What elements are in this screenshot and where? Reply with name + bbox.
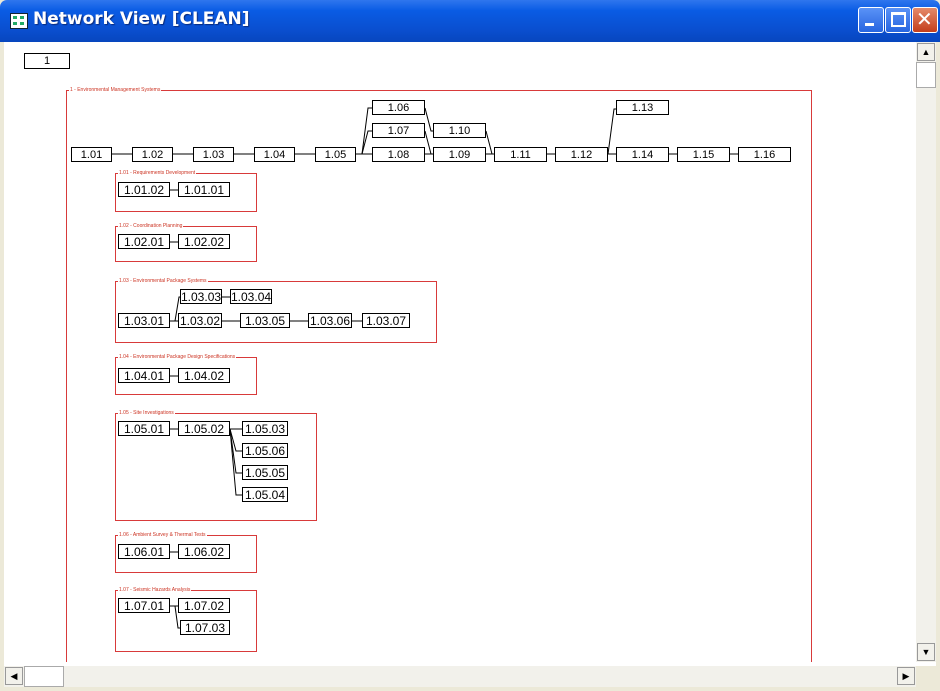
arrow-left-icon: ◀ [10, 671, 18, 681]
group-label: 1.03 - Environmental Package Systems [118, 278, 208, 284]
task-node[interactable]: 1.12 [555, 147, 608, 162]
group-label: 1.04 - Environmental Package Design Spec… [118, 354, 237, 360]
network-view-icon [10, 13, 28, 29]
task-node[interactable]: 1.04.01 [118, 368, 170, 383]
task-node[interactable]: 1.03.05 [240, 313, 290, 328]
task-node[interactable]: 1.03.06 [308, 313, 352, 328]
network-view-window: Network View [CLEAN] ✕ 1 1 - Environment… [0, 0, 940, 691]
task-node[interactable]: 1.02.01 [118, 234, 170, 249]
group-label: 1.06 - Ambient Survey & Thermal Tests [118, 532, 207, 538]
arrow-down-icon: ▼ [921, 647, 931, 657]
task-node[interactable]: 1.05.06 [242, 443, 288, 458]
task-node[interactable]: 1.14 [616, 147, 669, 162]
task-node[interactable]: 1.02.02 [178, 234, 230, 249]
task-node[interactable]: 1.06 [372, 100, 425, 115]
group-label: 1.02 - Coordination Planning [118, 223, 184, 229]
task-node[interactable]: 1.03.04 [230, 289, 272, 304]
task-node[interactable]: 1.07.01 [118, 598, 170, 613]
task-node[interactable]: 1.06.01 [118, 544, 170, 559]
title-bar[interactable]: Network View [CLEAN] ✕ [0, 0, 940, 42]
scroll-down-button[interactable]: ▼ [917, 643, 935, 661]
maximize-button[interactable] [885, 7, 911, 33]
close-icon: ✕ [916, 7, 933, 31]
task-node[interactable]: 1.01.01 [178, 182, 230, 197]
task-node[interactable]: 1.05.05 [242, 465, 288, 480]
task-node[interactable]: 1.07.02 [178, 598, 230, 613]
arrow-right-icon: ▶ [902, 671, 910, 681]
task-node[interactable]: 1.07.03 [180, 620, 230, 635]
task-node[interactable]: 1.13 [616, 100, 669, 115]
arrow-up-icon: ▲ [921, 47, 931, 57]
vertical-scroll-thumb[interactable] [916, 62, 936, 88]
close-button[interactable]: ✕ [912, 7, 938, 33]
task-node[interactable]: 1.09 [433, 147, 486, 162]
task-node[interactable]: 1.07 [372, 123, 425, 138]
task-node[interactable]: 1.03.02 [178, 313, 222, 328]
network-canvas[interactable]: 1 1 - Environmental Management Systems 1… [4, 42, 916, 662]
task-node[interactable]: 1.03 [193, 147, 234, 162]
task-node[interactable]: 1.04 [254, 147, 295, 162]
task-node[interactable]: 1.03.07 [362, 313, 410, 328]
task-node[interactable]: 1.04.02 [178, 368, 230, 383]
group-label: 1 - Environmental Management Systems [69, 87, 162, 93]
client-area: 1 1 - Environmental Management Systems 1… [4, 42, 936, 687]
group-label: 1.07 - Seismic Hazards Analysis [118, 587, 192, 593]
task-node[interactable]: 1.02 [132, 147, 173, 162]
task-node[interactable]: 1.05.04 [242, 487, 288, 502]
group-1-03[interactable]: 1.03 - Environmental Package Systems [115, 278, 437, 343]
task-node[interactable]: 1.11 [494, 147, 547, 162]
resize-grip-icon[interactable] [916, 666, 936, 687]
window-title: Network View [CLEAN] [33, 9, 250, 29]
task-node[interactable]: 1.03.01 [118, 313, 170, 328]
horizontal-scrollbar[interactable]: ◀ ▶ [4, 666, 916, 687]
group-label: 1.05 - Site Investigations [118, 410, 175, 416]
scroll-up-button[interactable]: ▲ [917, 43, 935, 61]
task-node[interactable]: 1.15 [677, 147, 730, 162]
task-node[interactable]: 1.01.02 [118, 182, 170, 197]
group-label: 1.01 - Requirements Development [118, 170, 197, 176]
task-node[interactable]: 1.08 [372, 147, 425, 162]
task-node[interactable]: 1.01 [71, 147, 112, 162]
task-node[interactable]: 1.05 [315, 147, 356, 162]
vertical-scrollbar[interactable]: ▲ ▼ [916, 42, 936, 662]
maximize-icon [891, 12, 906, 27]
scroll-left-button[interactable]: ◀ [5, 667, 23, 685]
task-node[interactable]: 1.06.02 [178, 544, 230, 559]
task-node[interactable]: 1.05.02 [178, 421, 230, 436]
task-node[interactable]: 1.03.03 [180, 289, 222, 304]
task-node[interactable]: 1.16 [738, 147, 791, 162]
minimize-icon [865, 23, 874, 26]
task-node[interactable]: 1.05.03 [242, 421, 288, 436]
horizontal-scroll-thumb[interactable] [24, 666, 64, 687]
task-node[interactable]: 1.10 [433, 123, 486, 138]
scroll-right-button[interactable]: ▶ [897, 667, 915, 685]
minimize-button[interactable] [858, 7, 884, 33]
task-node[interactable]: 1.05.01 [118, 421, 170, 436]
